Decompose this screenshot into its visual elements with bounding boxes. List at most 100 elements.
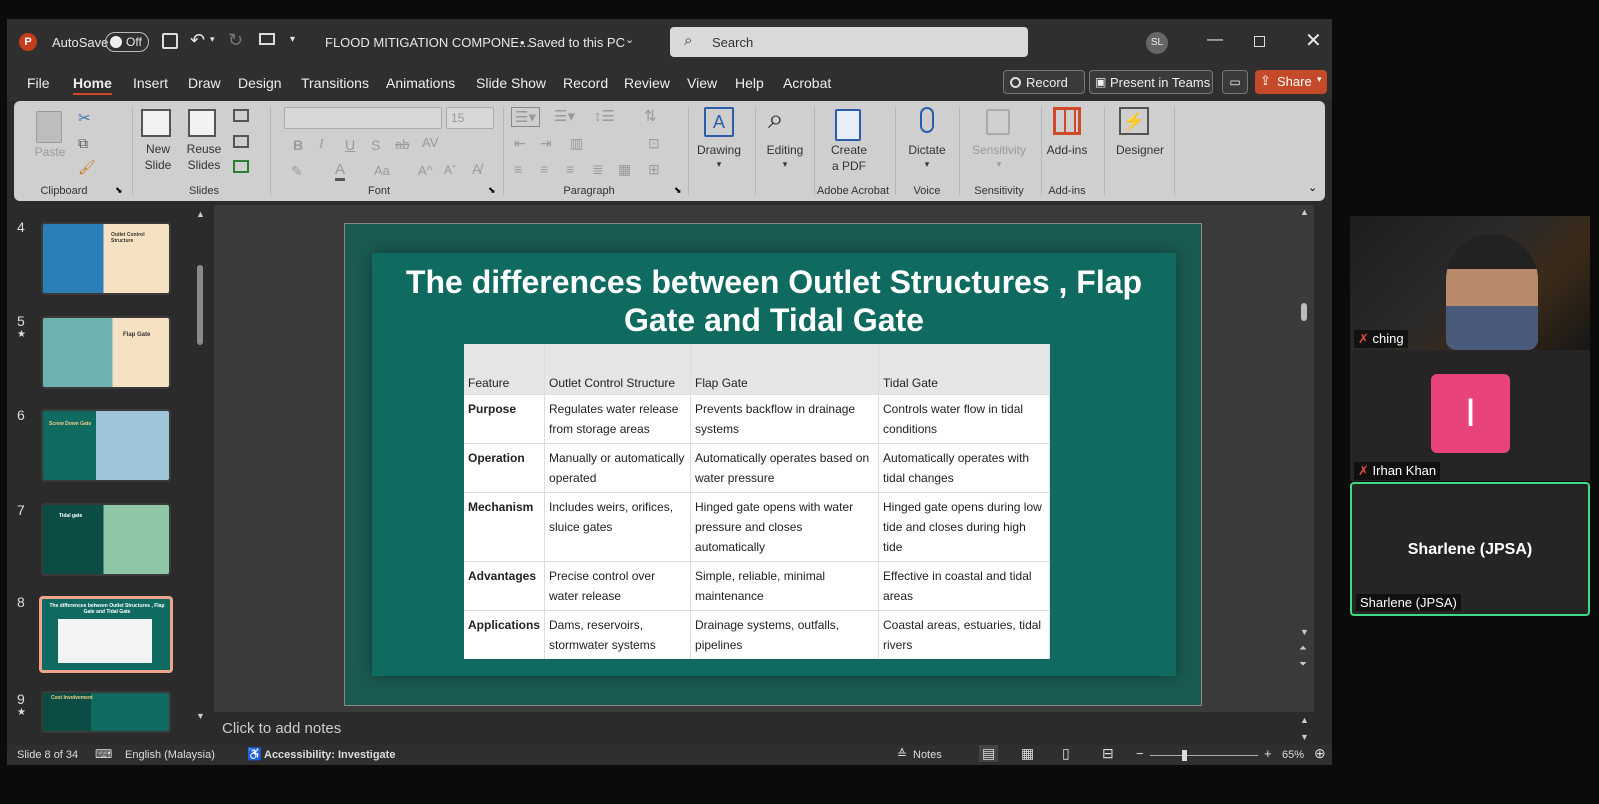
participant-tile-irhan-khan[interactable]: I ✗ Irhan Khan [1350,350,1590,481]
notes-pane[interactable]: Click to add notes ▲ ▼ [214,713,1314,745]
format-painter-icon[interactable]: 🖌 [78,159,96,176]
save-icon[interactable] [162,33,178,49]
slideshow-view-icon[interactable]: ⊟ [1102,745,1114,762]
change-case-icon[interactable]: Aa [374,163,390,178]
section-icon[interactable] [233,160,249,173]
sensitivity-chevron-icon[interactable]: ▾ [994,159,1004,170]
align-right-icon[interactable]: ≡ [566,161,574,177]
editing-chevron-icon[interactable]: ▾ [780,159,790,170]
autosave-toggle[interactable]: Off [105,32,149,52]
addins-label[interactable]: Add-ins [1042,143,1092,157]
reuse-slides-icon[interactable] [188,109,216,137]
justify-icon[interactable]: ≣ [592,161,604,178]
slide-title[interactable]: The differences between Outlet Structure… [372,263,1176,339]
search-box[interactable]: ⌕ Search [670,27,1028,57]
underline-icon[interactable]: U [345,137,355,153]
title-chevron-down-icon[interactable]: ⌄ [625,33,634,46]
drawing-icon[interactable]: A [704,107,734,137]
notes-icon[interactable]: ≙ [897,747,907,761]
zoom-slider[interactable] [1150,750,1258,761]
text-direction-icon[interactable]: ⇅ [644,107,657,125]
collapse-ribbon-icon[interactable]: ⌄ [1308,181,1317,194]
thumb-scrollbar[interactable]: ▲ ▼ [196,209,205,721]
columns-icon[interactable]: ▥ [570,135,583,152]
drawing-label[interactable]: Drawing [694,143,744,157]
tab-acrobat[interactable]: Acrobat [783,75,831,91]
normal-view-icon[interactable]: ▤ [979,745,999,762]
reset-icon[interactable] [233,135,249,148]
increase-indent-icon[interactable]: ⇥ [540,135,552,152]
comments-button[interactable]: ▭ [1222,70,1248,94]
paste-label[interactable]: Paste [30,145,70,159]
layout-icon[interactable] [233,109,249,122]
designer-icon[interactable]: ⚡ [1119,107,1149,135]
scroll-up-icon[interactable]: ▲ [1300,207,1309,217]
addins-icon[interactable] [1053,107,1081,135]
share-button[interactable]: ⇪ Share ▾ [1255,70,1327,94]
font-size-select[interactable]: 15 [446,107,494,129]
numbering-icon[interactable]: ☰▾ [554,107,575,125]
slide-sorter-icon[interactable]: ▦ [1021,745,1034,762]
zoom-level[interactable]: 65% [1282,749,1304,761]
scroll-thumb[interactable] [197,265,203,345]
slide-thumbnail-7[interactable]: Tidal gate [41,503,171,576]
bullets-icon[interactable]: ☰▾ [511,107,540,127]
slide-thumbnail-8-selected[interactable]: The differences between Outlet Structure… [39,596,173,673]
minimize-icon[interactable]: — [1207,31,1223,49]
record-button[interactable]: Record [1003,70,1085,94]
tab-home[interactable]: Home [73,75,112,95]
language-status[interactable]: English (Malaysia) [125,749,215,761]
save-status[interactable]: • Saved to this PC [520,35,625,50]
tab-transitions[interactable]: Transitions [301,75,369,91]
previous-slide-icon[interactable]: ⏶ [1299,643,1307,654]
font-launcher-icon[interactable]: ⬊ [488,185,496,196]
redo-icon[interactable]: ↻ [228,30,243,51]
tab-record[interactable]: Record [563,75,608,91]
tab-view[interactable]: View [687,75,717,91]
document-title[interactable]: FLOOD MITIGATION COMPONE... [325,35,530,50]
tab-slide-show[interactable]: Slide Show [476,75,546,91]
present-in-teams-button[interactable]: ▣ Present in Teams [1089,70,1213,94]
paste-icon[interactable] [36,111,62,143]
create-pdf-label-1[interactable]: Create [824,143,874,157]
create-pdf-label-2[interactable]: a PDF [824,159,874,173]
tab-design[interactable]: Design [238,75,282,91]
accessibility-status[interactable]: Accessibility: Investigate [264,749,395,761]
font-name-select[interactable] [284,107,442,129]
scroll-up-icon[interactable]: ▲ [1300,715,1309,725]
scroll-thumb[interactable] [1301,303,1307,321]
notes-toggle[interactable]: Notes [913,749,942,761]
zoom-out-icon[interactable]: − [1136,746,1144,761]
microphone-icon[interactable] [920,107,934,133]
line-spacing-icon[interactable]: ↕☰ [594,107,615,125]
decrease-font-icon[interactable]: Aˇ [444,163,456,177]
reuse-slides-label-2[interactable]: Slides [184,158,224,172]
comparison-table[interactable]: Feature Outlet Control Structure Flap Ga… [464,344,1050,659]
canvas-scrollbar[interactable]: ▲ ▼ ⏶ ⏷ [1298,207,1310,677]
italic-icon[interactable]: I [319,137,324,153]
accessibility-icon[interactable]: ♿ [247,747,262,761]
cut-icon[interactable]: ✂ [78,109,91,127]
close-icon[interactable]: ✕ [1305,28,1322,53]
increase-font-icon[interactable]: A^ [418,163,433,178]
slide-counter[interactable]: Slide 8 of 34 [17,749,78,761]
strikethrough-icon[interactable]: ab [395,137,409,152]
reuse-slides-label-1[interactable]: Reuse [184,142,224,156]
zoom-in-icon[interactable]: + [1264,746,1272,761]
scroll-down-icon[interactable]: ▼ [196,711,205,721]
slide-thumbnail-4[interactable]: Outlet Control Structure [41,222,171,295]
reading-view-icon[interactable]: ▯ [1062,745,1070,762]
font-color-icon[interactable]: A [335,161,346,181]
undo-dropdown-icon[interactable]: ▾ [210,34,215,45]
scroll-down-icon[interactable]: ▼ [1300,732,1309,742]
clipboard-launcher-icon[interactable]: ⬊ [115,185,123,196]
participant-tile-ching[interactable]: ✗ ching [1350,216,1590,350]
designer-label[interactable]: Designer [1110,143,1170,157]
shadow-icon[interactable]: S [371,137,380,153]
present-from-start-icon[interactable] [259,33,275,45]
slide-thumbnail-6[interactable]: Screw Down Gate [41,409,171,482]
editing-label[interactable]: Editing [760,143,810,157]
bold-icon[interactable]: B [293,137,303,153]
scroll-up-icon[interactable]: ▲ [196,209,205,219]
zoom-slider-thumb[interactable] [1182,750,1187,761]
